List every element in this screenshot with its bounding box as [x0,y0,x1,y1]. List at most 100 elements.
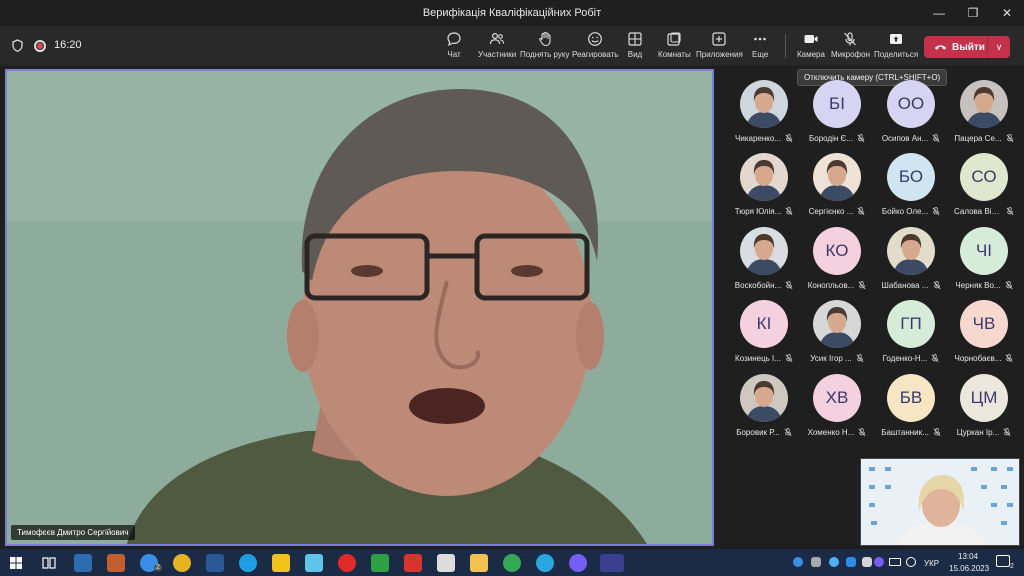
minimize-button[interactable]: — [922,0,956,26]
battery-icon[interactable] [889,558,901,566]
app-icon-1[interactable] [107,554,125,572]
participant-tile[interactable]: КІ Козинець І... [728,300,800,370]
leave-button[interactable]: Выйти ∨ [924,36,1010,58]
participant-tile[interactable]: Боровик Р... [728,374,800,444]
viber-icon[interactable] [569,554,587,572]
participant-tile[interactable]: Пацера Се... [948,80,1020,150]
participant-name: Чикаренко... [735,134,781,143]
app-icon-3[interactable] [305,554,323,572]
share-label: Поделиться [874,50,919,59]
participant-photo [746,87,782,128]
tray-icon-3[interactable] [829,557,839,567]
participant-tile[interactable]: БВ Баштанник... [875,374,947,444]
microphone-button[interactable]: Микрофон [831,31,870,59]
notepad-icon[interactable] [437,554,455,572]
participant-name: Черняк Во... [955,281,1001,290]
participant-name-row: Козинець І... [735,354,793,363]
main-speaker-video[interactable]: Тимофєєв Дмитро Сергійович [5,69,714,546]
participant-avatar: ХВ [813,374,861,422]
windows-start-icon[interactable] [10,557,22,569]
participant-tile[interactable]: ЧІ Черняк Во... [948,227,1020,297]
opera-icon[interactable] [338,554,356,572]
wifi-icon[interactable] [906,557,916,567]
clock-date[interactable]: 15.06.2023 [949,564,989,573]
participant-name-row: Чорнобаєв... [955,354,1014,363]
view-button[interactable]: Вид [627,31,643,59]
language-indicator[interactable]: УКР [924,559,939,568]
participant-avatar: ОО [887,80,935,128]
participant-tile[interactable]: Сергієнко ... [801,153,873,223]
participant-initials: БВ [899,388,923,407]
tray-icon-4[interactable] [862,557,872,567]
teams-icon[interactable] [600,554,624,572]
participant-tile[interactable]: Усик Ігор ... [801,300,873,370]
participant-initials: ЧВ [972,314,996,333]
participant-tile[interactable]: КО Конопльов... [801,227,873,297]
telegram-icon[interactable] [536,554,554,572]
participant-initials: ЦМ [970,388,998,407]
participant-name-row: Годенко-Н... [883,354,940,363]
apps-button[interactable]: Приложения [696,31,743,59]
participant-tile[interactable]: Чикаренко... [728,80,800,150]
participant-photo [746,234,782,275]
mic-off-icon [933,428,941,437]
folder-icon[interactable] [470,554,488,572]
participant-photo [819,160,855,201]
rooms-button[interactable]: Комнаты [658,31,691,59]
participant-name-row: Хоменко Н... [808,428,867,437]
self-view-video[interactable] [860,458,1020,546]
participant-name: Козинець І... [735,354,781,363]
chrome-icon[interactable] [503,554,521,572]
participant-photo [746,160,782,201]
participant-avatar: ЧВ [960,300,1008,348]
chat-icon [447,32,461,47]
participant-photo [966,87,1002,128]
participant-tile[interactable]: Шабанова ... [875,227,947,297]
pdf-icon[interactable] [404,554,422,572]
participant-tile[interactable]: БІ Бородін Є... [801,80,873,150]
tray-icon-5[interactable] [874,557,884,567]
participant-tile[interactable]: БО Бойко Оле... [875,153,947,223]
participant-tile[interactable]: ХВ Хоменко Н... [801,374,873,444]
participant-tile[interactable]: Тюря Юлія... [728,153,800,223]
participant-tile[interactable]: ОО Осипов Ан... [875,80,947,150]
app-icon-2[interactable] [173,554,191,572]
task-view-icon[interactable] [40,554,58,572]
bluetooth-icon[interactable] [846,557,856,567]
react-button[interactable]: Реагировать [572,31,618,59]
clock-time[interactable]: 13:04 [958,552,978,561]
chat-button[interactable]: Чат [446,31,462,59]
window-title: Верифікація Кваліфікаційних Робіт [422,7,602,19]
participants-button[interactable]: Участники [478,31,516,59]
share-button[interactable]: Поделиться [874,31,918,59]
participant-initials: ГП [900,314,922,333]
close-button[interactable]: ✕ [990,0,1024,26]
more-label: Еще [752,50,769,59]
camera-button[interactable]: Камера [797,31,825,59]
smiley-icon [588,32,603,46]
mic-off-icon [932,207,940,216]
participant-tile[interactable]: Воскобойн... [728,227,800,297]
participant-tile[interactable]: СО Салова Вір... [948,153,1020,223]
raise-hand-button[interactable]: Поднять руку [520,31,569,59]
phone-hangup-icon [934,45,947,50]
participant-initials: СО [971,167,997,186]
maximize-button[interactable]: ❐ [956,0,990,26]
word-icon[interactable] [206,554,224,572]
microphone-label: Микрофон [831,50,870,59]
tray-icon-2[interactable] [811,557,821,567]
more-button[interactable]: Еще [752,31,768,59]
store-icon[interactable] [74,554,92,572]
excel-icon[interactable] [371,554,389,572]
participant-tile[interactable]: ГП Годенко-Н... [875,300,947,370]
participant-tile[interactable]: ЦМ Цуркан Ір... [948,374,1020,444]
leave-main[interactable]: Выйти [924,36,988,58]
tray-icon-1[interactable] [793,557,803,567]
chevron-down-icon[interactable]: ∨ [988,42,1010,53]
notifications-icon[interactable] [996,555,1010,567]
participant-tile[interactable]: ЧВ Чорнобаєв... [948,300,1020,370]
edge-icon[interactable] [239,554,257,572]
drive-icon[interactable] [272,554,290,572]
participant-photo [819,307,855,348]
participant-name: Шабанова ... [881,281,929,290]
